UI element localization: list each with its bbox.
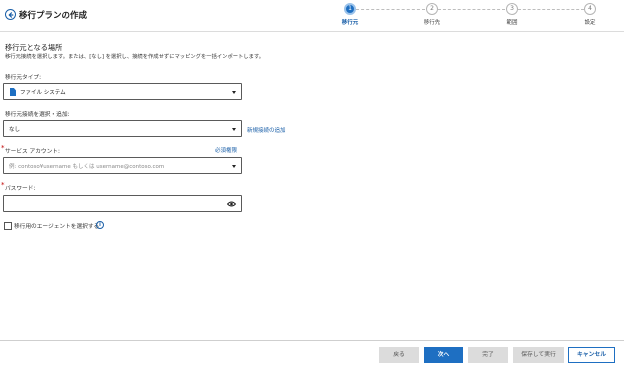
step-3-circle[interactable]: 3 — [506, 3, 518, 15]
password-label: パスワード: — [5, 186, 36, 192]
step-connector — [518, 9, 584, 10]
back-arrow-icon[interactable] — [5, 9, 16, 20]
save-and-run-button[interactable]: 保存して実行 — [513, 347, 564, 363]
finish-button[interactable]: 完了 — [468, 347, 508, 363]
step-connector — [356, 9, 425, 10]
chevron-down-icon — [232, 165, 236, 168]
step-4-circle[interactable]: 4 — [584, 3, 596, 15]
agent-checkbox-label[interactable]: 移行用のエージェントを選択する — [14, 221, 99, 230]
step-1-label: 移行元 — [341, 20, 359, 26]
eye-icon[interactable] — [227, 201, 236, 207]
cancel-button[interactable]: キャンセル — [568, 347, 615, 363]
next-button[interactable]: 次へ — [424, 347, 463, 363]
source-connection-select[interactable]: なし — [3, 120, 242, 137]
service-account-combobox[interactable]: 例: contoso¥username もしくは username@contos… — [3, 157, 242, 174]
agent-checkbox[interactable] — [4, 222, 12, 230]
required-mark: * — [1, 181, 5, 189]
source-connection-value: なし — [9, 127, 21, 133]
step-4-label: 設定 — [584, 20, 596, 26]
service-account-placeholder: 例: contoso¥username もしくは username@contos… — [9, 164, 165, 170]
chevron-down-icon — [232, 91, 236, 94]
source-type-select[interactable]: ファイル システム — [3, 83, 242, 100]
step-3-label: 範囲 — [506, 20, 518, 26]
step-2-label: 移行先 — [423, 20, 441, 26]
source-type-value: ファイル システム — [20, 90, 66, 96]
step-2-circle[interactable]: 2 — [426, 3, 438, 15]
back-button[interactable]: 戻る — [379, 347, 419, 363]
source-type-label: 移行元タイプ: — [5, 75, 42, 81]
step-connector — [438, 9, 505, 10]
section-description: 移行元接続を選択します。または、[なし] を選択し、接続を作成せずにマッピングを… — [5, 54, 265, 60]
chevron-down-icon — [232, 128, 236, 131]
source-connection-label: 移行元接続を選択・追加: — [5, 112, 70, 118]
required-permissions-link[interactable]: 必須権限 — [215, 146, 237, 154]
header-bar: 移行プランの作成 1 2 3 4 移行元 移行先 範囲 設定 — [0, 0, 624, 32]
add-connection-link[interactable]: 新規接続の追加 — [247, 126, 286, 134]
service-account-label: サービス アカウント: — [5, 149, 60, 155]
info-icon[interactable]: i — [96, 221, 104, 229]
step-1-circle[interactable]: 1 — [344, 3, 356, 15]
required-mark: * — [1, 144, 5, 152]
file-icon — [10, 88, 16, 96]
password-field[interactable] — [3, 195, 242, 212]
page-title: 移行プランの作成 — [19, 11, 88, 21]
